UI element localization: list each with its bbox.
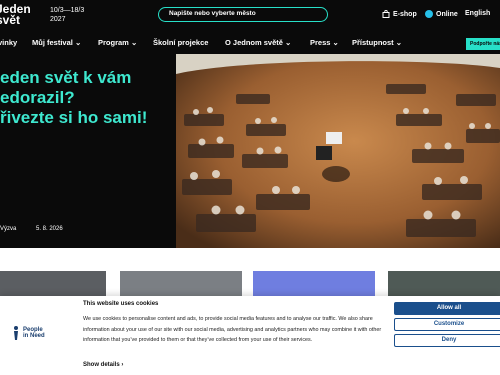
nav-label: Přístupnost	[352, 38, 394, 47]
logo-line-2: svět	[0, 13, 21, 27]
online-label: Online	[436, 10, 458, 18]
brand-line-2: in Need	[23, 333, 45, 339]
dates-range: 10/3—18/3	[50, 7, 85, 14]
nav-label: Školní projekce	[153, 38, 209, 47]
chevron-right-icon: ›	[121, 362, 124, 368]
people-in-need-logo: People in Need	[12, 326, 45, 340]
nav-item-news[interactable]: vinky	[0, 38, 17, 47]
english-label: English	[465, 10, 491, 17]
cookie-title: This website uses cookies	[83, 301, 159, 307]
chevron-down-icon: ⌄	[332, 38, 339, 47]
nav-item-accessibility[interactable]: Přístupnost ⌄	[352, 38, 402, 47]
eshop-link[interactable]: E-shop	[382, 10, 417, 18]
hero-title-line-2: edorazil?	[0, 88, 75, 107]
nav-item-my-festival[interactable]: Můj festival ⌄	[32, 38, 81, 47]
nav-item-school-screenings[interactable]: Školní projekce	[153, 38, 208, 47]
person-icon	[14, 326, 18, 340]
cookie-text: We use cookies to personalise content an…	[83, 316, 382, 343]
online-link[interactable]: Online	[425, 10, 458, 18]
cookie-banner: People in Need This website uses cookies…	[0, 296, 500, 375]
hero-meta-label: Výzva	[0, 226, 17, 232]
play-icon	[425, 10, 433, 18]
chevron-down-icon: ⌄	[130, 38, 138, 47]
nav-label: vinky	[0, 38, 18, 47]
festival-logo[interactable]: Jeden svět	[0, 3, 31, 27]
nav-label: O Jednom světě	[225, 38, 283, 47]
show-details-label: Show details	[83, 362, 120, 368]
english-link[interactable]: English	[465, 10, 490, 17]
chevron-down-icon: ⌄	[395, 38, 403, 47]
hero-title-line-3: řivezte si ho sami!	[0, 108, 148, 127]
customize-button[interactable]: Customize	[394, 318, 500, 331]
hall-photo-image	[176, 54, 500, 248]
hero-meta-date: 5. 8. 2026	[36, 226, 63, 232]
nav-label: Press	[310, 38, 331, 47]
dates-year: 2027	[50, 16, 66, 23]
nav-item-press[interactable]: Press ⌄	[310, 38, 339, 47]
deny-button[interactable]: Deny	[394, 334, 500, 347]
chevron-down-icon: ⌄	[74, 38, 82, 47]
top-bar: Jeden svět 10/3—18/3 2027 Napište nebo v…	[0, 0, 500, 32]
festival-dates: 10/3—18/3 2027	[50, 6, 84, 24]
bag-icon	[382, 10, 390, 18]
chevron-down-icon: ⌄	[285, 38, 292, 47]
hero-photo	[176, 54, 500, 248]
support-button[interactable]: Podpořte nás	[466, 38, 500, 50]
main-nav: vinky Můj festival ⌄ Program ⌄ Školní pr…	[0, 32, 500, 54]
city-search-input[interactable]: Napište nebo vyberte město	[158, 7, 328, 22]
nav-label: Můj festival	[32, 38, 73, 47]
hero-title-line-1: eden svět k vám	[0, 68, 132, 87]
eshop-label: E-shop	[393, 10, 417, 18]
nav-item-program[interactable]: Program ⌄	[98, 38, 137, 47]
allow-all-button[interactable]: Allow all	[394, 302, 500, 315]
nav-item-about[interactable]: O Jednom světě ⌄	[225, 38, 291, 47]
show-details-link[interactable]: Show details ›	[83, 362, 123, 368]
nav-label: Program	[98, 38, 129, 47]
